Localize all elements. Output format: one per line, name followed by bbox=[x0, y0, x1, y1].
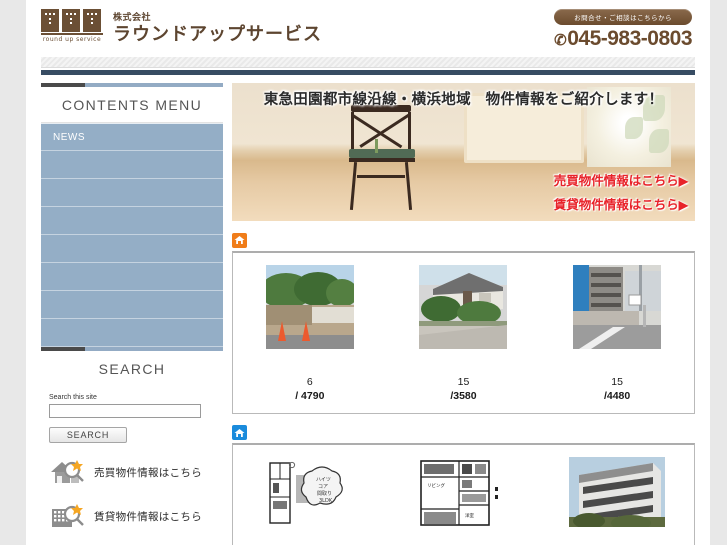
banner-rent-properties[interactable]: 賃貸物件情報はこちら bbox=[41, 501, 223, 531]
search-top-rule bbox=[41, 347, 223, 351]
svg-text:3LDK: 3LDK bbox=[319, 498, 333, 504]
property-card[interactable]: 15 /4480 bbox=[540, 264, 694, 403]
logo-mark: round up service bbox=[41, 9, 103, 43]
sidebar-item-7[interactable] bbox=[41, 291, 223, 319]
sidebar-item-2[interactable] bbox=[41, 151, 223, 179]
property-line2: / 4790 bbox=[295, 389, 325, 402]
sidebar: CONTENTS MENU NEWS SEARCH Search this si… bbox=[41, 83, 223, 545]
floorplan-drawing-2: リビング洋室 bbox=[415, 457, 512, 528]
contact-block: お問合せ・ご相談はこちらから ✆045-983-0803 bbox=[554, 9, 692, 51]
property-line1: 6 bbox=[306, 375, 313, 388]
logo-rule bbox=[41, 33, 103, 35]
svg-text:リビング: リビング bbox=[427, 482, 445, 489]
hero-cta-sale[interactable]: 売買物件情報はこちら▶ bbox=[554, 170, 688, 189]
property-photo-vacant-lot bbox=[265, 264, 354, 349]
global-nav-strip[interactable] bbox=[41, 57, 695, 68]
property-caption: 15 /3580 bbox=[387, 375, 541, 403]
hero-chair-decor bbox=[345, 105, 423, 213]
arrow-right-icon: ▶ bbox=[678, 174, 688, 188]
search-button[interactable]: SEARCH bbox=[49, 427, 127, 443]
sidebar-item-8[interactable] bbox=[41, 319, 223, 347]
svg-text:間取り: 間取り bbox=[317, 491, 332, 497]
hero-cta-rent[interactable]: 賃貸物件情報はこちら▶ bbox=[554, 194, 688, 213]
property-card-list: ハイツ コア 間取り 3LDK リビング 洋室 bbox=[233, 457, 694, 545]
property-caption: 6 / 4790 bbox=[233, 375, 387, 403]
property-line2: /3580 bbox=[450, 389, 477, 402]
search-input[interactable] bbox=[49, 404, 201, 418]
search-panel: Search this site SEARCH bbox=[41, 386, 223, 443]
hero-cta-sale-label: 売買物件情報はこちら bbox=[553, 174, 679, 188]
floorplan-drawing-1: ハイツ コア 間取り 3LDK bbox=[261, 457, 358, 528]
sidebar-item-5[interactable] bbox=[41, 235, 223, 263]
section-rent-properties: ハイツ コア 間取り 3LDK リビング 洋室 bbox=[232, 425, 695, 545]
property-line1: 15 bbox=[611, 375, 623, 388]
phone-number-text: 045-983-0803 bbox=[567, 27, 692, 50]
banner-sale-properties[interactable]: 売買物件情報はこちら bbox=[41, 457, 223, 487]
site-logo[interactable]: round up service 株式会社 ラウンドアップサービス bbox=[41, 9, 322, 43]
home-icon-orange bbox=[232, 232, 247, 248]
svg-text:洋室: 洋室 bbox=[465, 512, 474, 519]
property-photo-house bbox=[419, 264, 508, 349]
property-line2: /4480 bbox=[603, 389, 631, 402]
svg-text:コア: コア bbox=[318, 484, 328, 490]
property-line1: 15 bbox=[457, 375, 470, 388]
home-icon-blue bbox=[232, 425, 247, 441]
building-search-icon bbox=[47, 501, 87, 531]
svg-text:ハイツ: ハイツ bbox=[316, 477, 331, 483]
sidebar-item-label: NEWS bbox=[53, 131, 85, 143]
rent-properties-panel: ハイツ コア 間取り 3LDK リビング 洋室 bbox=[232, 443, 695, 545]
company-name: ラウンドアップサービス bbox=[113, 23, 322, 44]
sidebar-item-4[interactable] bbox=[41, 207, 223, 235]
search-title: SEARCH bbox=[41, 351, 223, 386]
banner-label: 売買物件情報はこちら bbox=[94, 466, 202, 479]
company-prefix: 株式会社 bbox=[113, 11, 152, 22]
sidebar-item-3[interactable] bbox=[41, 179, 223, 207]
search-label: Search this site bbox=[49, 394, 97, 401]
arrow-right-icon: ▶ bbox=[678, 198, 688, 212]
logo-text: 株式会社 ラウンドアップサービス bbox=[113, 11, 322, 44]
main-content: 東急田園都市線沿線・横浜地域 物件情報をご紹介します！ 売買物件情報はこちら▶ … bbox=[232, 83, 695, 545]
hero-banner[interactable]: 東急田園都市線沿線・横浜地域 物件情報をご紹介します！ 売買物件情報はこちら▶ … bbox=[232, 83, 695, 221]
property-card[interactable] bbox=[540, 457, 694, 545]
sidebar-item-6[interactable] bbox=[41, 263, 223, 291]
property-card[interactable]: リビング洋室 bbox=[387, 457, 541, 545]
house-search-icon bbox=[47, 457, 87, 487]
hero-title: 東急田園都市線沿線・横浜地域 物件情報をご紹介します！ bbox=[263, 92, 664, 108]
property-card[interactable]: ハイツ コア 間取り 3LDK bbox=[233, 457, 387, 545]
sidebar-item-news[interactable]: NEWS bbox=[41, 123, 223, 151]
property-photo-street bbox=[573, 264, 662, 349]
phone-icon: ✆ bbox=[554, 32, 567, 49]
banner-label: 賃貸物件情報はこちら bbox=[94, 510, 202, 523]
page-container: round up service 株式会社 ラウンドアップサービス お問合せ・ご… bbox=[26, 0, 710, 545]
body-area: CONTENTS MENU NEWS SEARCH Search this si… bbox=[26, 75, 710, 545]
property-card-list: 6 / 4790 15 /3580 15 /4480 bbox=[233, 264, 694, 403]
property-caption: 15 /4480 bbox=[540, 375, 694, 403]
site-header: round up service 株式会社 ラウンドアップサービス お問合せ・ご… bbox=[26, 0, 710, 57]
hero-foliage-decor bbox=[649, 129, 669, 153]
property-card[interactable]: 6 / 4790 bbox=[233, 264, 387, 403]
phone-number: ✆045-983-0803 bbox=[554, 27, 692, 51]
hero-cta-rent-label: 賃貸物件情報はこちら bbox=[553, 198, 679, 212]
contents-menu-top-rule bbox=[41, 83, 223, 87]
hero-cta-group: 売買物件情報はこちら▶ 賃貸物件情報はこちら▶ bbox=[554, 165, 688, 213]
apartment-building-photo bbox=[569, 457, 666, 528]
logo-wordmark: round up service bbox=[42, 35, 102, 43]
sale-properties-panel: 6 / 4790 15 /3580 15 /4480 bbox=[232, 250, 695, 414]
sidebar-menu: NEWS bbox=[41, 122, 223, 347]
hero-foliage-decor bbox=[625, 117, 643, 139]
section-sale-properties: 6 / 4790 15 /3580 15 /4480 bbox=[232, 232, 695, 414]
logo-boxes-icon bbox=[41, 9, 103, 32]
property-card[interactable]: 15 /3580 bbox=[387, 264, 541, 403]
contents-menu-title: CONTENTS MENU bbox=[41, 87, 223, 122]
contact-pill-button[interactable]: お問合せ・ご相談はこちらから bbox=[554, 9, 692, 25]
